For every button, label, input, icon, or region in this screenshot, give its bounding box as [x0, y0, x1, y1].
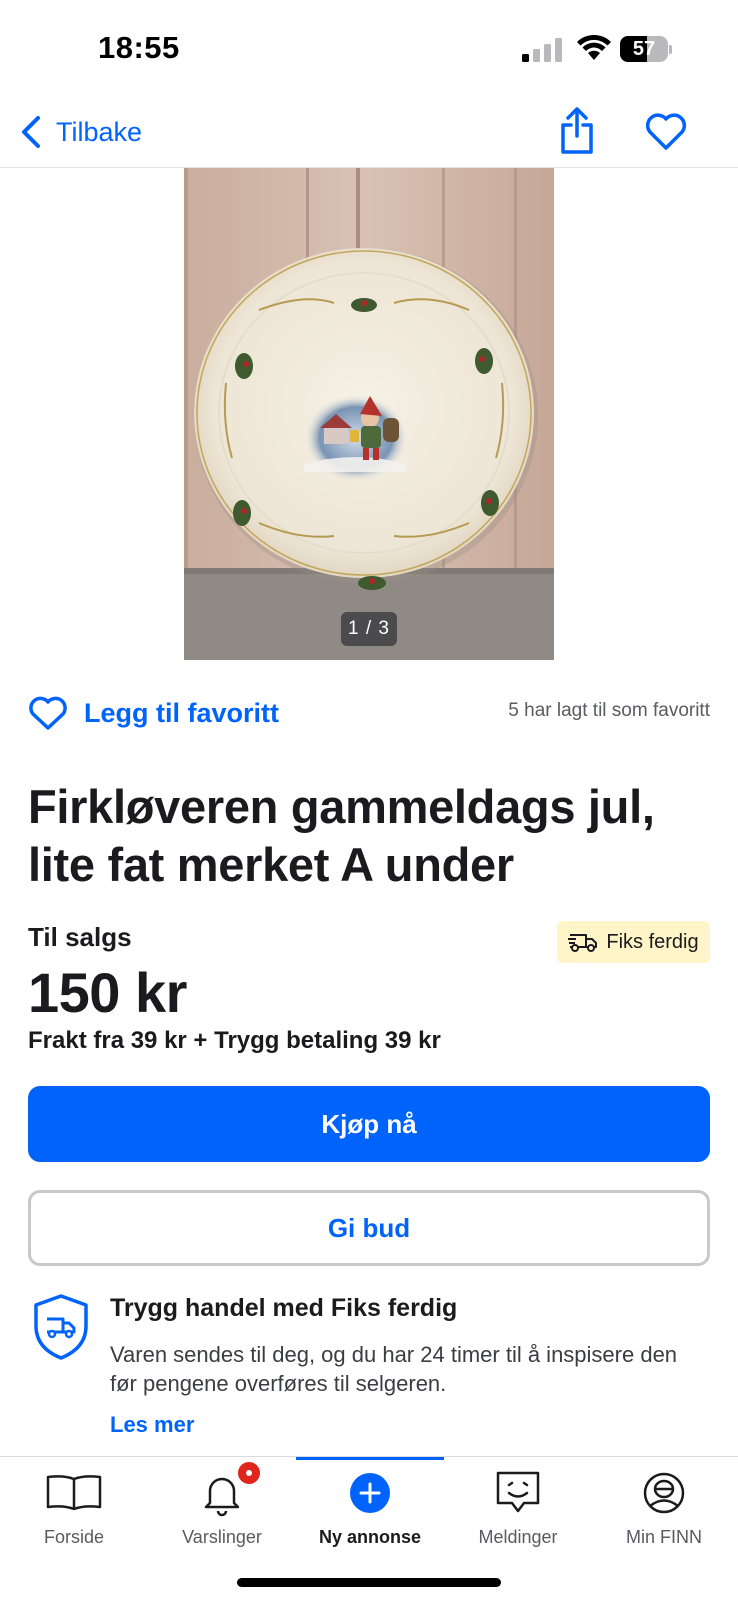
nav-bar: Tilbake	[0, 100, 738, 168]
tab-label-min-finn: Min FINN	[626, 1527, 702, 1547]
fiks-ferdig-badge: Fiks ferdig	[557, 921, 710, 963]
back-label: Tilbake	[56, 116, 143, 147]
shield-truck-icon	[34, 1294, 88, 1360]
cellular-signal-icon	[522, 38, 562, 62]
chat-icon	[496, 1471, 540, 1513]
tab-label-forside: Forside	[43, 1527, 105, 1547]
battery-tip	[669, 45, 672, 54]
favorite-row: Legg til favoritt 5 har lagt til som fav…	[28, 690, 710, 736]
listing-title: Firkløveren gammeldags jul, lite fat mer…	[28, 780, 655, 891]
add-favorite-button[interactable]: Legg til favoritt	[28, 690, 279, 736]
tab-label-varslinger: Varslinger	[182, 1527, 262, 1547]
fiks-ferdig-label: Fiks ferdig	[606, 930, 699, 953]
tab-ny-annonse[interactable]: Ny annonse	[296, 1457, 444, 1567]
listing-page: 18:55 57 Tilbake 1 / 3 Legg til favoritt…	[0, 0, 738, 1600]
heart-outline-icon	[29, 696, 67, 730]
profile-icon	[643, 1472, 685, 1514]
shipping-info: Frakt fra 39 kr + Trygg betaling 39 kr	[28, 1027, 441, 1054]
image-counter: 1 / 3	[341, 612, 397, 646]
tab-min-finn[interactable]: Min FINN	[590, 1457, 738, 1567]
listing-image[interactable]	[184, 168, 554, 660]
add-favorite-label: Legg til favoritt	[84, 697, 279, 728]
home-indicator	[237, 1578, 501, 1587]
tab-meldinger[interactable]: Meldinger	[444, 1457, 592, 1567]
sale-status: Til salgs	[28, 922, 132, 952]
battery-body: 57	[620, 36, 668, 62]
battery-percent: 57	[632, 38, 656, 60]
status-time: 18:55	[98, 30, 180, 65]
tab-varslinger[interactable]: Varslinger	[148, 1457, 296, 1567]
tab-forside[interactable]: Forside	[0, 1457, 148, 1567]
tab-label-ny-annonse: Ny annonse	[318, 1527, 422, 1547]
plate-photo	[184, 168, 554, 660]
safe-trade-text: Varen sendes til deg, og du har 24 timer…	[110, 1342, 678, 1396]
battery-indicator: 57	[620, 36, 672, 62]
favorite-count: 5 har lagt til som favoritt	[508, 700, 710, 721]
buy-now-button[interactable]: Kjøp nå	[28, 1086, 710, 1162]
safe-trade-title: Trygg handel med Fiks ferdig	[110, 1294, 458, 1322]
price: 150 kr	[28, 961, 187, 1024]
wifi-icon	[577, 34, 611, 60]
delivery-truck-icon	[568, 934, 598, 952]
notification-badge	[236, 1460, 262, 1486]
tab-label-meldinger: Meldinger	[478, 1527, 558, 1547]
read-more-link[interactable]: Les mer	[110, 1412, 194, 1438]
chevron-left-icon	[22, 116, 40, 148]
book-icon	[46, 1475, 102, 1511]
plus-circle-icon	[350, 1473, 390, 1513]
back-button[interactable]: Tilbake	[18, 110, 142, 154]
heart-outline-icon[interactable]	[644, 110, 688, 152]
status-bar: 18:55 57	[0, 0, 738, 100]
place-bid-button[interactable]: Gi bud	[28, 1190, 710, 1266]
share-icon[interactable]	[557, 106, 597, 156]
